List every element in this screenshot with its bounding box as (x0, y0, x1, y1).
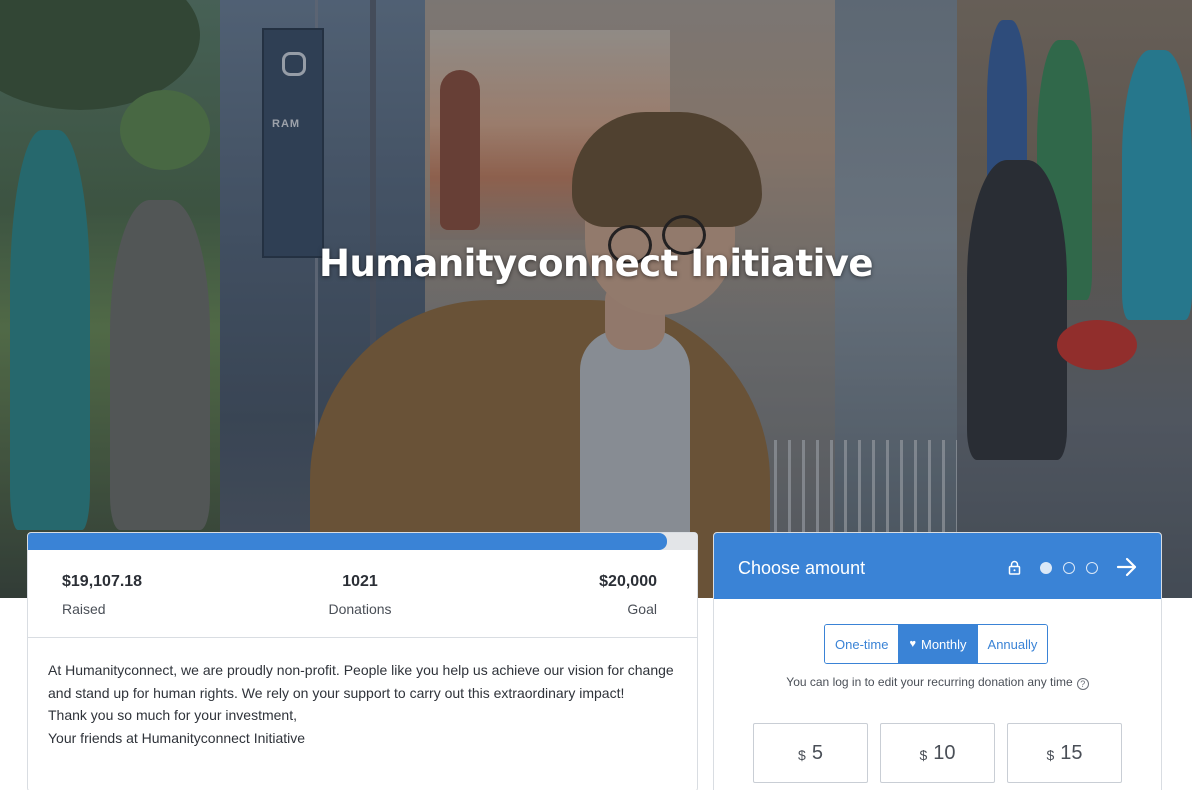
step-indicator-2 (1063, 562, 1075, 574)
step-indicator-1 (1040, 562, 1052, 574)
goal-stat: $20,000 Goal (599, 573, 657, 617)
raised-amount: $19,107.18 (62, 573, 143, 590)
donations-stat: 1021 Donations (288, 573, 432, 617)
amount-value: 15 (1060, 741, 1083, 764)
recurring-note: You can log in to edit your recurring do… (714, 675, 1161, 690)
goal-amount: $20,000 (599, 573, 657, 590)
frequency-monthly-button[interactable]: ♥ Monthly (899, 625, 978, 663)
lock-icon (1008, 560, 1021, 575)
description-paragraph: At Humanityconnect, we are proudly non-p… (48, 662, 674, 701)
donations-label: Donations (328, 601, 392, 617)
step-indicator-3 (1086, 562, 1098, 574)
raised-stat: $19,107.18 Raised (62, 573, 142, 617)
amount-option-5[interactable]: $ 5 (753, 723, 868, 783)
currency-symbol: $ (1046, 746, 1055, 763)
donations-count: 1021 (342, 573, 378, 590)
description-thanks: Thank you so much for your investment, (48, 707, 297, 723)
amount-value: 5 (811, 741, 823, 764)
campaign-stats-card: $19,107.18 Raised 1021 Donations $20,000… (27, 532, 698, 790)
fundraising-progress-fill (28, 533, 668, 550)
donation-header: Choose amount (714, 533, 1161, 599)
hero-banner: RAM Humanityconnect Initiative (0, 0, 1192, 598)
amount-option-10[interactable]: $ 10 (880, 723, 995, 783)
page-title: Humanityconnect Initiative (319, 242, 874, 285)
divider (28, 637, 697, 638)
frequency-toggle: One-time ♥ Monthly Annually (824, 624, 1049, 664)
donation-step-title: Choose amount (738, 558, 866, 578)
frequency-annually-button[interactable]: Annually (977, 625, 1048, 663)
raised-label: Raised (62, 601, 106, 617)
fundraising-progress-bar (28, 533, 697, 550)
next-arrow-icon[interactable] (1116, 557, 1138, 577)
currency-symbol: $ (919, 746, 928, 763)
description-signature: Your friends at Humanityconnect Initiati… (48, 729, 306, 746)
currency-symbol: $ (798, 746, 806, 763)
amount-value: 10 (933, 741, 956, 764)
frequency-one-time-button[interactable]: One-time (825, 625, 900, 663)
campaign-description: At Humanityconnect, we are proudly non-p… (48, 659, 678, 749)
goal-label: Goal (627, 601, 657, 617)
heart-icon: ♥ (909, 638, 916, 650)
amount-option-15[interactable]: $ 15 (1007, 723, 1122, 783)
help-icon[interactable]: ? (1076, 678, 1089, 690)
donation-widget: Choose amount One-time ♥ Monthly Annuall… (713, 532, 1162, 790)
